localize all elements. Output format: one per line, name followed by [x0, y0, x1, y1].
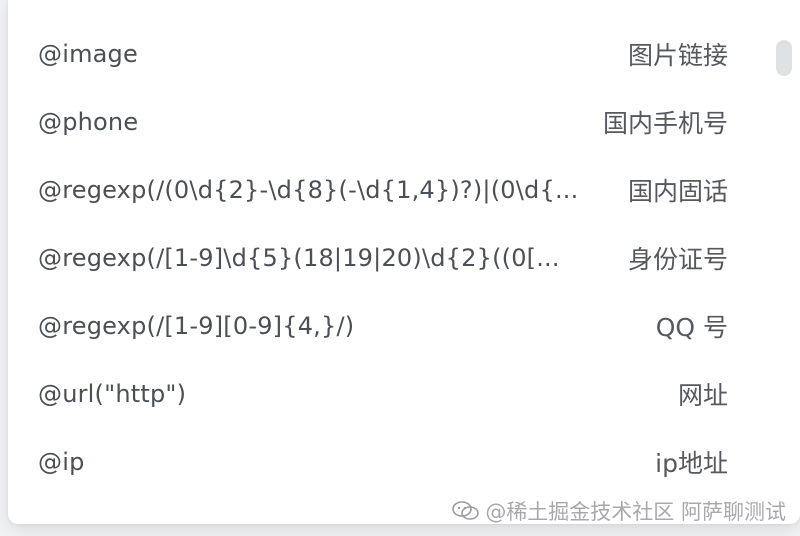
autocomplete-dropdown: @image 图片链接 @phone 国内手机号 @regexp(/(0\d{2… — [8, 0, 800, 524]
suggestion-value: @ip — [38, 448, 85, 476]
suggestion-label: ip地址 — [655, 449, 728, 478]
suggestion-label: 国内手机号 — [602, 109, 728, 138]
wechat-icon — [452, 501, 480, 520]
suggestion-item-id-card[interactable]: @regexp(/[1-9]\d{5}(18|19|20)\d{2}((0[..… — [8, 224, 768, 292]
suggestion-item-image[interactable]: @image 图片链接 — [8, 20, 768, 88]
suggestion-item-ip[interactable]: @ip ip地址 — [8, 428, 768, 496]
suggestion-item-landline[interactable]: @regexp(/(0\d{2}-\d{8}(-\d{1,4})?)|(0\d{… — [8, 156, 768, 224]
watermark-text: @稀土掘金技术社区 阿萨聊测试 — [485, 500, 786, 524]
suggestion-value: @url("http") — [38, 380, 187, 408]
suggestion-value: @regexp(/[1-9]\d{5}(18|19|20)\d{2}((0[..… — [38, 244, 560, 272]
suggestion-value: @regexp(/(0\d{2}-\d{8}(-\d{1,4})?)|(0\d{… — [38, 176, 579, 204]
suggestion-label: 身份证号 — [627, 245, 728, 274]
suggestion-label: QQ 号 — [655, 313, 728, 342]
suggestion-item-url[interactable]: @url("http") 网址 — [8, 360, 768, 428]
suggestion-value: @image — [38, 40, 138, 68]
suggestion-value: @phone — [38, 108, 139, 136]
suggestion-label: 网址 — [677, 381, 728, 410]
suggestion-item-qq[interactable]: @regexp(/[1-9][0-9]{4,}/) QQ 号 — [8, 292, 768, 360]
suggestion-value: @regexp(/[1-9][0-9]{4,}/) — [38, 312, 355, 340]
suggestion-list: @image 图片链接 @phone 国内手机号 @regexp(/(0\d{2… — [8, 20, 768, 496]
suggestion-item-phone[interactable]: @phone 国内手机号 — [8, 88, 768, 156]
suggestion-label: 国内固话 — [627, 177, 728, 206]
watermark: @稀土掘金技术社区 阿萨聊测试 — [451, 496, 786, 526]
scrollbar-thumb[interactable] — [776, 40, 792, 76]
suggestion-label: 图片链接 — [627, 41, 728, 70]
